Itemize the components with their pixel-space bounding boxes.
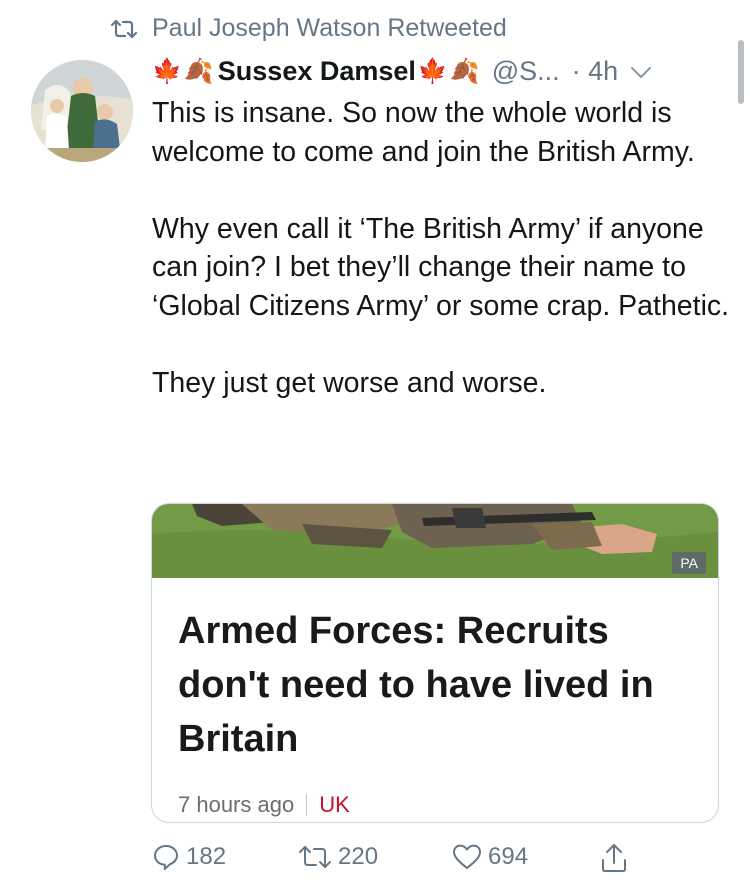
tweet-timestamp[interactable]: · 4h [572, 56, 619, 87]
card-section[interactable]: UK [319, 792, 350, 818]
reply-button[interactable]: 182 [152, 843, 226, 871]
meta-divider [306, 794, 308, 816]
retweet-context: Paul Joseph Watson Retweeted [110, 14, 507, 43]
share-button[interactable] [600, 843, 628, 873]
card-age: 7 hours ago [178, 792, 295, 817]
maple-leaf-emoji: 🍁 [417, 58, 448, 85]
link-card[interactable]: PA Armed Forces: Recruits don't need to … [151, 503, 719, 823]
tweet-paragraph: They just get worse and worse. [152, 366, 547, 399]
retweet-count: 220 [338, 843, 379, 870]
heart-icon [452, 843, 482, 871]
retweet-icon [110, 19, 138, 39]
card-title[interactable]: Armed Forces: Recruits don't need to hav… [178, 604, 698, 766]
like-count: 694 [488, 843, 529, 870]
retweet-label[interactable]: Paul Joseph Watson Retweeted [152, 14, 507, 43]
image-credit-badge: PA [672, 552, 706, 574]
tweet-text: This is insane. So now the whole world i… [152, 94, 732, 402]
avatar[interactable] [31, 60, 133, 162]
tweet-header: 🍁 🍂 Sussex Damsel 🍁 🍂 @S... · 4h [152, 56, 730, 87]
chevron-down-icon[interactable] [630, 56, 652, 87]
user-handle[interactable]: @S... [492, 56, 560, 87]
share-icon [600, 843, 628, 873]
card-image: PA [152, 504, 718, 578]
tweet-paragraph: This is insane. So now the whole world i… [152, 97, 695, 168]
card-meta: 7 hours ago UK [178, 792, 350, 818]
maple-leaf-emoji: 🍁 [152, 58, 182, 85]
scrollbar[interactable] [738, 40, 744, 104]
fallen-leaf-emoji: 🍂 [183, 58, 214, 85]
retweet-icon [298, 845, 332, 869]
like-button[interactable]: 694 [452, 843, 528, 871]
reply-count: 182 [186, 843, 227, 870]
display-name[interactable]: Sussex Damsel [218, 56, 416, 87]
retweet-button[interactable]: 220 [298, 843, 378, 871]
tweet-paragraph: Why even call it ‘The British Army’ if a… [152, 212, 730, 322]
tweet-actions: 182 220 694 [152, 843, 642, 883]
fallen-leaf-emoji: 🍂 [449, 58, 480, 85]
reply-icon [152, 843, 180, 871]
